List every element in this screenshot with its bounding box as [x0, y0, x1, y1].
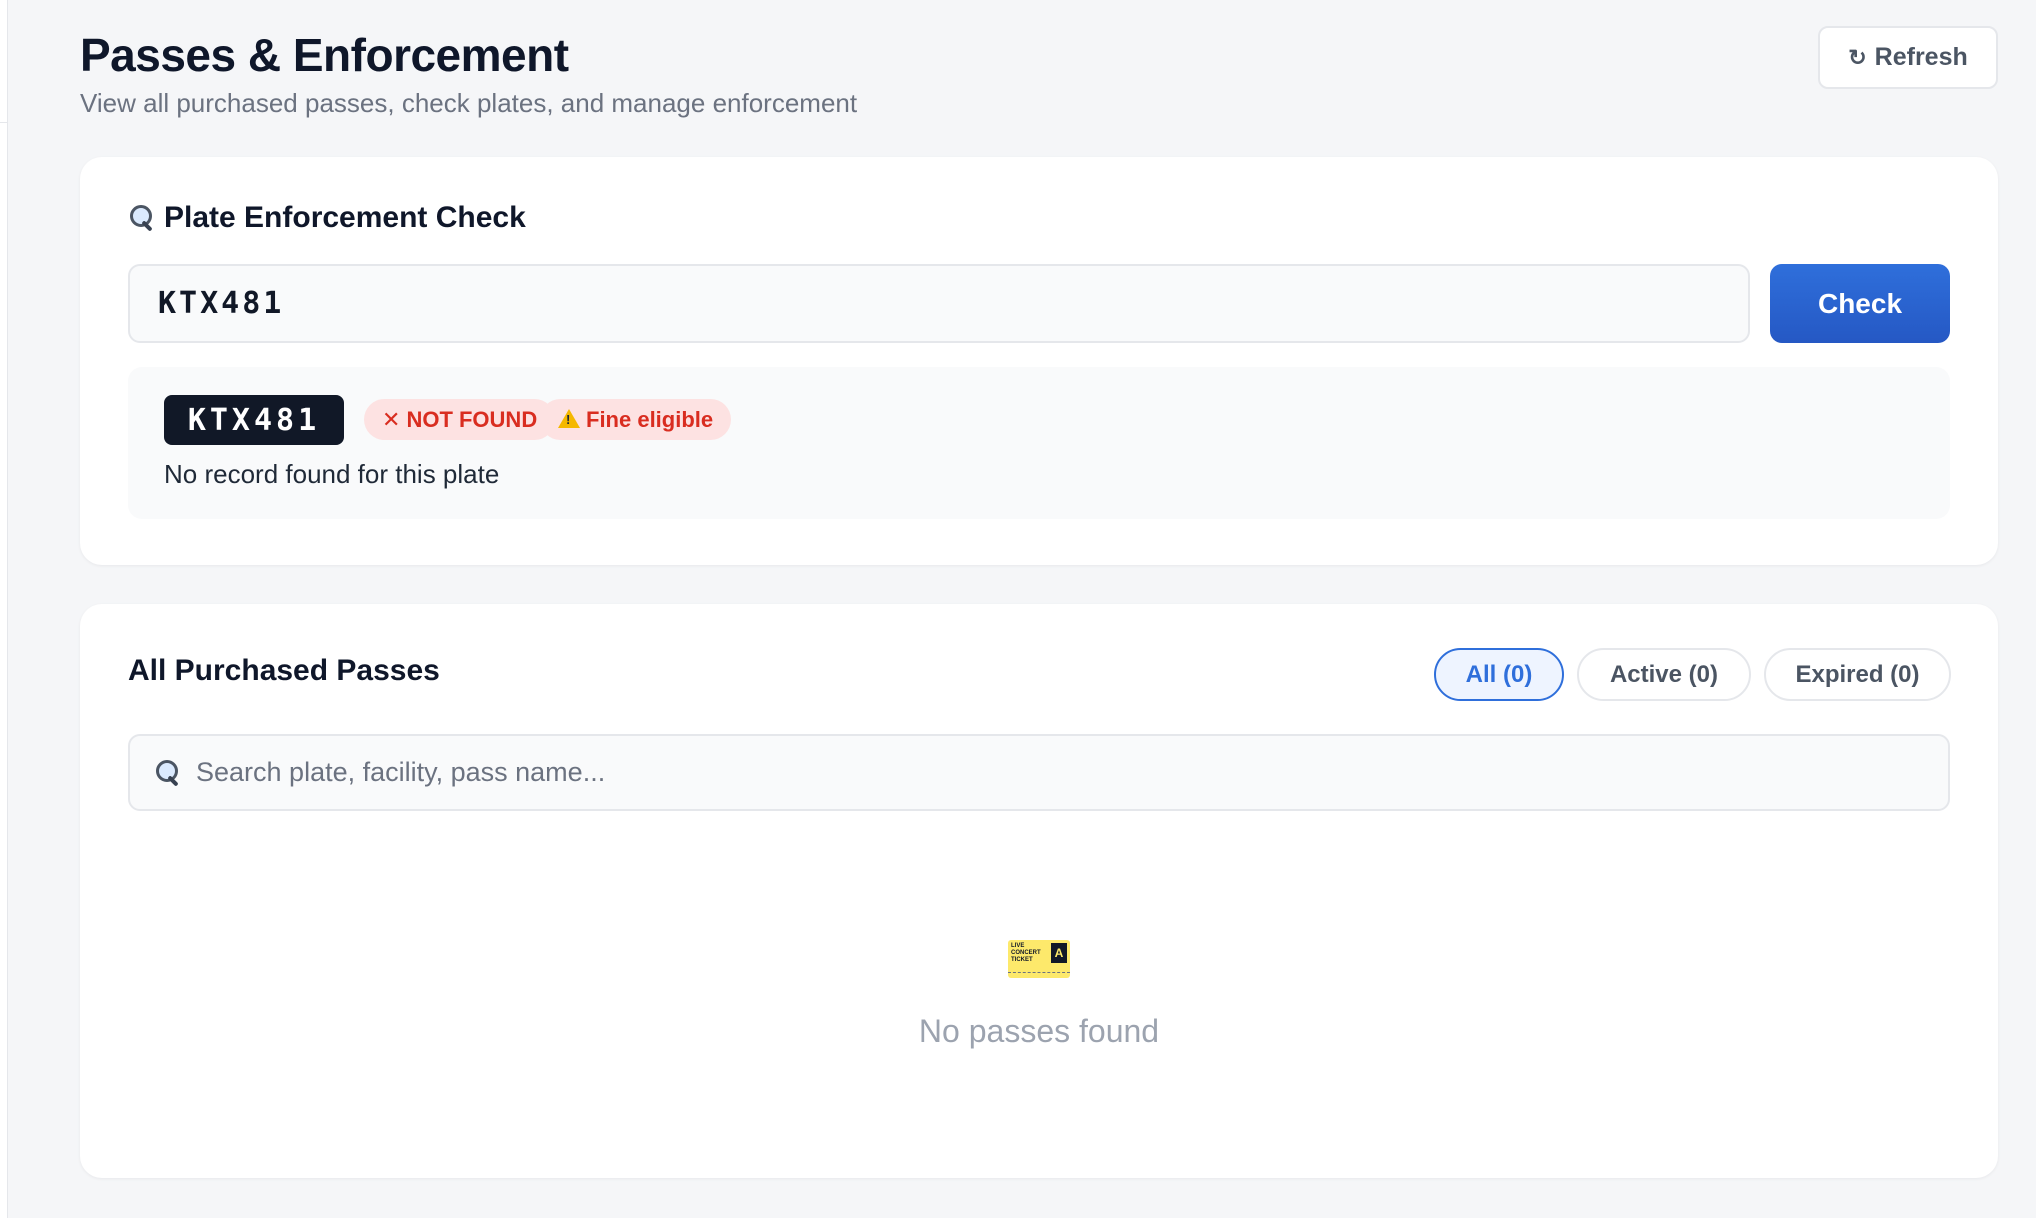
- status-badge-not-found: ✕ NOT FOUND: [364, 399, 556, 440]
- plate-enforcement-card: Plate Enforcement Check Check KTX481 ✕ N…: [80, 157, 1998, 565]
- close-icon: ✕: [382, 406, 401, 432]
- plate-badge: KTX481: [164, 395, 344, 445]
- ticket-stub: [1008, 972, 1070, 978]
- refresh-icon: ↻: [1848, 44, 1867, 70]
- filter-all-button[interactable]: All (0): [1434, 648, 1564, 701]
- filter-expired-button[interactable]: Expired (0): [1764, 648, 1951, 701]
- warning-icon: [558, 409, 580, 428]
- empty-state-text: No passes found: [918, 1013, 1160, 1049]
- ticket-icon: LIVE CONCERT TICKET A: [1008, 940, 1070, 978]
- refresh-button[interactable]: ↻ Refresh: [1818, 26, 1998, 89]
- page: Passes & Enforcement View all purchased …: [80, 0, 1998, 1178]
- page-title: Passes & Enforcement: [80, 29, 569, 81]
- fine-label: Fine eligible: [586, 406, 714, 432]
- plate-input[interactable]: [128, 264, 1750, 343]
- search-input[interactable]: [196, 757, 1948, 788]
- result-message: No record found for this plate: [164, 459, 500, 489]
- ticket-icon-zone: A: [1051, 943, 1067, 963]
- enforcement-title: Plate Enforcement Check: [128, 201, 526, 235]
- passes-title: All Purchased Passes: [128, 654, 440, 687]
- enforcement-result: KTX481 ✕ NOT FOUND Fine eligible No reco…: [128, 367, 1950, 519]
- ticket-icon-text: LIVE CONCERT TICKET: [1011, 943, 1041, 963]
- refresh-label: Refresh: [1874, 43, 1968, 71]
- search-icon: [154, 758, 184, 788]
- page-header: Passes & Enforcement View all purchased …: [80, 0, 1998, 157]
- left-rail: [0, 0, 8, 1218]
- rail-divider: [0, 122, 8, 123]
- enforcement-title-text: Plate Enforcement Check: [164, 201, 526, 234]
- check-button[interactable]: Check: [1770, 264, 1950, 343]
- filter-active-button[interactable]: Active (0): [1577, 648, 1751, 701]
- purchased-passes-card: All Purchased Passes All (0) Active (0) …: [80, 604, 1998, 1178]
- search-field[interactable]: [128, 734, 1950, 811]
- page-subtitle: View all purchased passes, check plates,…: [80, 88, 858, 118]
- status-badge-fine-eligible: Fine eligible: [540, 399, 732, 440]
- status-label: NOT FOUND: [406, 406, 538, 432]
- magnifier-icon: [128, 203, 158, 233]
